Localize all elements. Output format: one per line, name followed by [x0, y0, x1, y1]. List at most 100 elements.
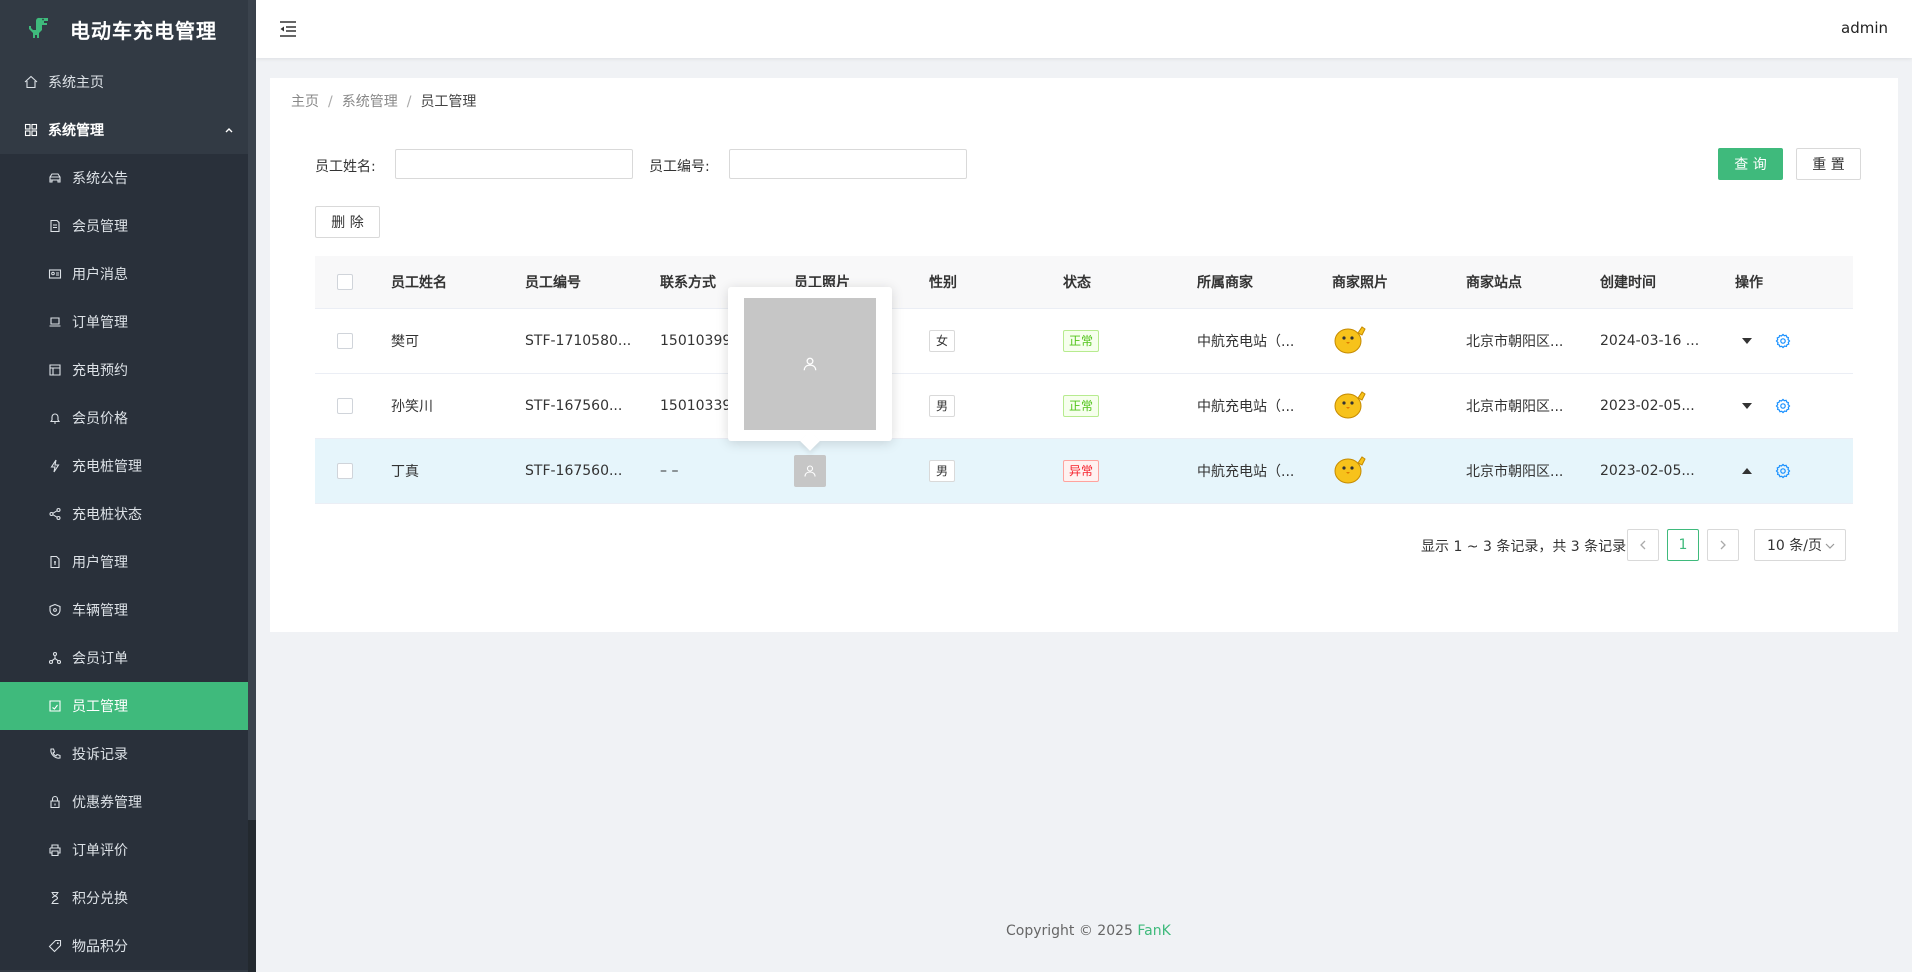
pagination-info: 显示 1 ~ 3 条记录，共 3 条记录 — [1421, 539, 1627, 555]
operation-cell — [1735, 333, 1853, 349]
sidebar-item-charger-status[interactable]: 充电桩状态 — [0, 490, 256, 538]
breadcrumb-separator: / — [406, 94, 412, 110]
top-header: admin — [256, 0, 1912, 58]
row-checkbox[interactable] — [337, 398, 353, 414]
staff-photo-thumbnail[interactable] — [794, 455, 826, 487]
file-icon — [50, 555, 60, 569]
sidebar-item-price[interactable]: 会员价格 — [0, 394, 256, 442]
sidebar-item-staff[interactable]: 员工管理 — [0, 682, 248, 730]
chevron-down-icon — [1825, 543, 1835, 549]
merchant-photo-chick-icon[interactable] — [1332, 451, 1368, 487]
sidebar-item-item-points[interactable]: 物品积分 — [0, 922, 256, 970]
query-button[interactable]: 查 询 — [1718, 148, 1783, 180]
sidebar-item-charger[interactable]: 充电桩管理 — [0, 442, 256, 490]
sidebar-item-label: 充电桩管理 — [72, 459, 142, 475]
caret-up-icon[interactable] — [1741, 465, 1753, 477]
sidebar-item-member-orders[interactable]: 会员订单 — [0, 634, 256, 682]
sidebar-item-users[interactable]: 用户管理 — [0, 538, 256, 586]
app-title: 电动车充电管理 — [70, 18, 217, 43]
table-row[interactable]: 丁真 STF-167560... – – 男 异常 中航充电站（... 北京市朝… — [315, 439, 1853, 504]
car-icon — [49, 173, 61, 183]
row-checkbox[interactable] — [337, 463, 353, 479]
merchant-photo-chick-icon[interactable] — [1332, 386, 1368, 422]
sex-tag: 男 — [929, 395, 956, 417]
merchant-photo-chick-icon[interactable] — [1332, 321, 1368, 357]
share-icon — [49, 507, 61, 521]
next-page-button[interactable] — [1707, 529, 1739, 561]
gear-icon[interactable] — [1775, 333, 1791, 349]
sidebar-item-points-exchange[interactable]: 积分兑换 — [0, 874, 256, 922]
merchant-site: 北京市朝阳区... — [1466, 399, 1564, 415]
sidebar-group-system[interactable]: 系统管理 — [0, 106, 256, 154]
merchant-site: 北京市朝阳区... — [1466, 464, 1564, 480]
sidebar-item-orders[interactable]: 订单管理 — [0, 298, 256, 346]
reset-button[interactable]: 重 置 — [1796, 148, 1861, 180]
sidebar-item-notice[interactable]: 系统公告 — [0, 154, 256, 202]
sidebar-item-message[interactable]: 用户消息 — [0, 250, 256, 298]
caret-down-icon[interactable] — [1741, 400, 1753, 412]
sidebar-item-label: 系统主页 — [48, 75, 104, 91]
table-row[interactable]: 樊可 STF-1710580... 150103993... 女 正常 中航充电… — [315, 309, 1853, 374]
caret-down-icon[interactable] — [1741, 335, 1753, 347]
merchant-photo-cell — [1332, 321, 1466, 361]
sidebar-item-label: 投诉记录 — [72, 747, 128, 763]
sex-cell: 女 — [929, 330, 1063, 352]
created-time: 2023-02-05... — [1600, 463, 1695, 479]
delete-button[interactable]: 删 除 — [315, 206, 380, 238]
staff-photo-popover — [728, 287, 892, 451]
gear-icon[interactable] — [1775, 398, 1791, 414]
breadcrumb-home[interactable]: 主页 — [291, 94, 319, 110]
sidebar-item-coupons[interactable]: 优惠券管理 — [0, 778, 256, 826]
page-button-current[interactable]: 1 — [1667, 529, 1699, 561]
sidebar: 电动车充电管理 系统主页 系统管理 系统公告 会员管理 用户消息 订单管理 充电… — [0, 0, 256, 972]
status-badge: 正常 — [1063, 330, 1100, 352]
lightning-icon — [50, 459, 60, 473]
column-header: 所属商家 — [1197, 275, 1253, 291]
sex-tag: 男 — [929, 460, 956, 482]
user-name[interactable]: admin — [1841, 19, 1888, 37]
merchant-site: 北京市朝阳区... — [1466, 334, 1564, 350]
sidebar-item-label: 物品积分 — [72, 939, 128, 955]
sidebar-item-member[interactable]: 会员管理 — [0, 202, 256, 250]
printer-icon — [49, 844, 61, 857]
sidebar-item-label: 优惠券管理 — [72, 795, 142, 811]
select-all-checkbox[interactable] — [337, 274, 353, 290]
column-header: 员工编号 — [525, 275, 581, 291]
copyright-text: Copyright © 2025 — [1006, 923, 1138, 939]
sidebar-item-label: 会员价格 — [72, 411, 128, 427]
table-row[interactable]: 孙笑川 STF-167560... 150103392... 男 正常 中航充电… — [315, 374, 1853, 439]
header-select-all — [315, 274, 391, 290]
sidebar-item-reviews[interactable]: 订单评价 — [0, 826, 256, 874]
sidebar-scrollbar-thumb[interactable] — [248, 0, 256, 820]
footer-brand-link[interactable]: FanK — [1137, 923, 1170, 939]
laptop-icon — [49, 317, 61, 327]
staff-name: 丁真 — [391, 464, 419, 480]
gear-icon[interactable] — [1775, 463, 1791, 479]
menu-fold-icon[interactable] — [278, 19, 298, 39]
page-size-select[interactable]: 10 条/页 — [1754, 529, 1846, 561]
phone-icon — [50, 748, 61, 759]
chevron-up-icon — [225, 128, 233, 133]
staff-no: STF-167560... — [525, 463, 623, 479]
sidebar-item-complaints[interactable]: 投诉记录 — [0, 730, 256, 778]
staff-no: STF-167560... — [525, 398, 623, 414]
document-icon — [50, 219, 60, 233]
sidebar-scrollbar[interactable] — [248, 0, 256, 972]
chevron-left-icon — [1640, 540, 1646, 550]
sidebar-item-home[interactable]: 系统主页 — [0, 58, 256, 106]
row-select — [315, 398, 391, 414]
shield-icon — [49, 603, 61, 617]
user-icon — [804, 465, 816, 477]
breadcrumb-parent[interactable]: 系统管理 — [342, 94, 398, 110]
sidebar-item-reservation[interactable]: 充电预约 — [0, 346, 256, 394]
row-select — [315, 333, 391, 349]
sidebar-group-label: 系统管理 — [48, 123, 104, 139]
sidebar-item-label: 用户管理 — [72, 555, 128, 571]
status-badge: 正常 — [1063, 395, 1100, 417]
staff-name-input[interactable] — [395, 149, 633, 179]
sidebar-item-vehicles[interactable]: 车辆管理 — [0, 586, 256, 634]
breadcrumb-current: 员工管理 — [420, 94, 477, 110]
staff-no-input[interactable] — [729, 149, 967, 179]
prev-page-button[interactable] — [1627, 529, 1659, 561]
row-checkbox[interactable] — [337, 333, 353, 349]
